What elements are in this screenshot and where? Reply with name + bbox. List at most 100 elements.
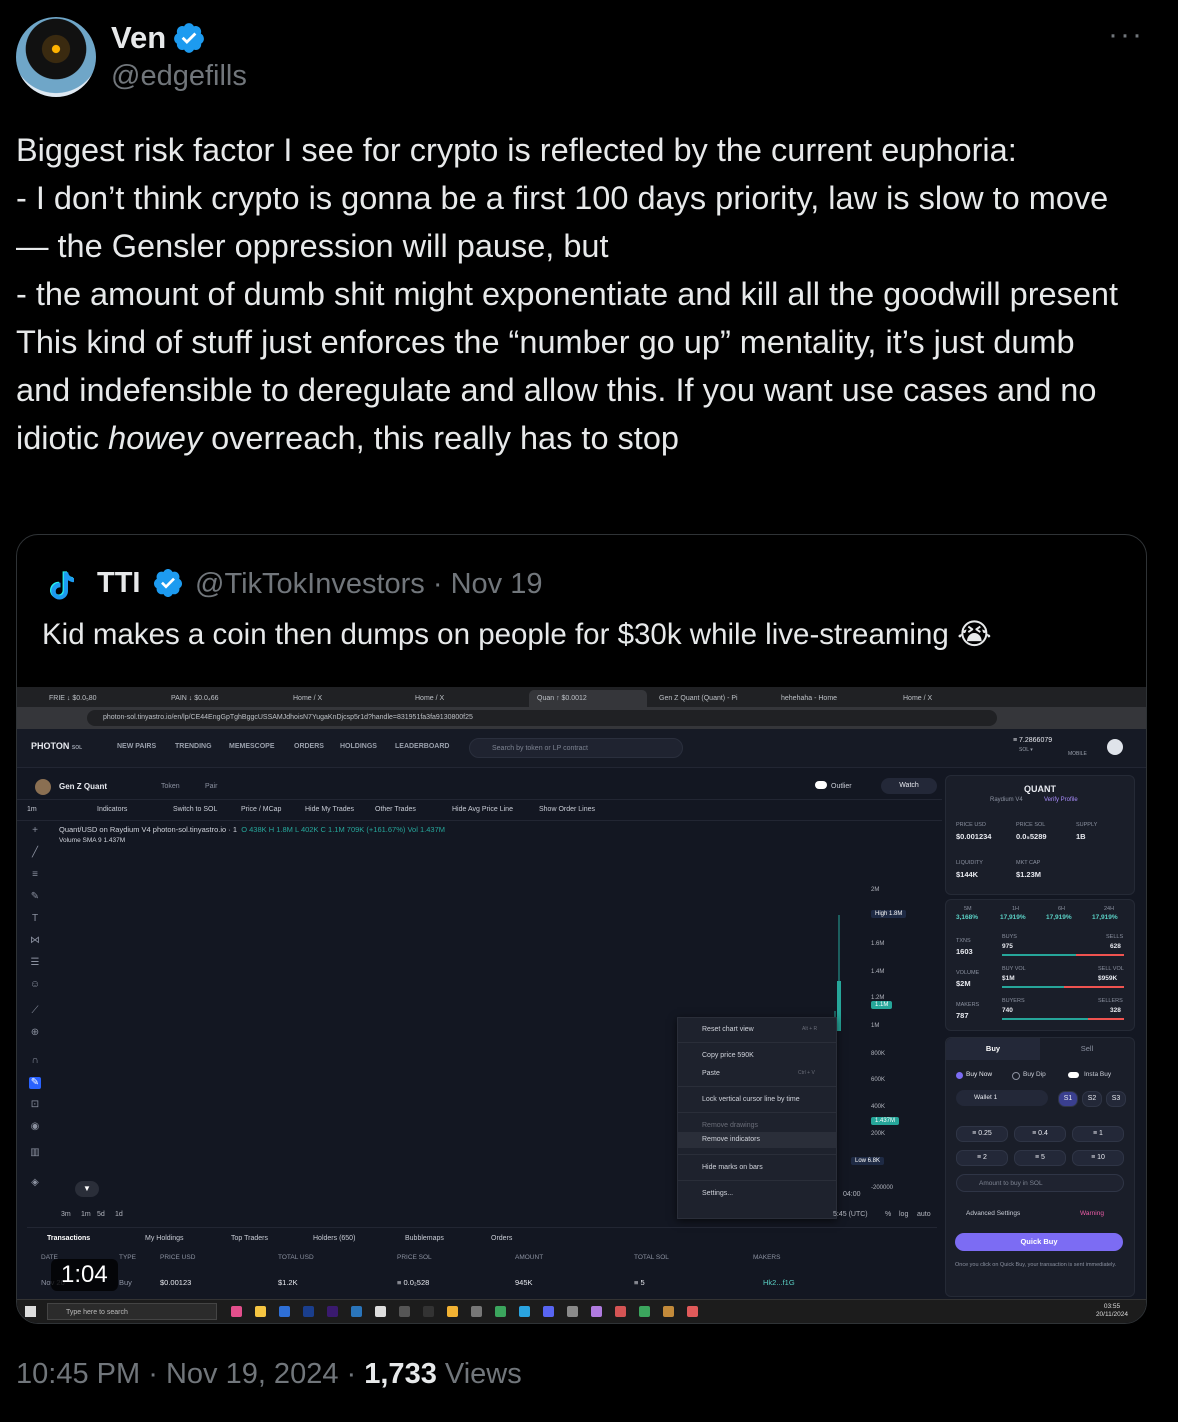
log-toggle[interactable]: log xyxy=(899,1211,908,1218)
steam-icon[interactable] xyxy=(351,1306,362,1317)
auto-toggle[interactable]: auto xyxy=(917,1211,931,1218)
period-label[interactable]: 5M xyxy=(964,906,972,912)
menu-settings[interactable]: Settings... xyxy=(702,1190,733,1197)
period-change[interactable]: 3,168% xyxy=(956,914,978,921)
telegram-icon[interactable] xyxy=(519,1306,530,1317)
menu-remove-drawings[interactable]: Remove drawings xyxy=(702,1122,758,1129)
browser-tab[interactable]: FRIE ↓ $0.0₅80 xyxy=(41,690,159,707)
video-player[interactable]: FRIE ↓ $0.0₅80 PAIN ↓ $0.0₄66 Home / X H… xyxy=(17,687,1146,1323)
mode-buy-now[interactable]: Buy Now xyxy=(966,1071,992,1078)
indicators-button[interactable]: Indicators xyxy=(97,806,127,813)
slot-s2[interactable]: S2 xyxy=(1082,1091,1102,1107)
taskbar-clock[interactable]: 03:55 20/11/2024 xyxy=(1096,1303,1128,1319)
amount-chip[interactable]: ≡ 0.25 xyxy=(956,1126,1008,1142)
watch-button[interactable]: Watch xyxy=(881,778,937,794)
wallet-select[interactable]: Wallet 1 xyxy=(956,1090,1048,1106)
browser-tab[interactable]: Gen Z Quant (Quant) - Pi xyxy=(651,690,769,707)
lock-icon[interactable]: ⊡ xyxy=(29,1099,41,1111)
browser-tab[interactable]: hehehaha - Home xyxy=(773,690,891,707)
app-icon[interactable] xyxy=(567,1306,578,1317)
discord-icon[interactable] xyxy=(543,1306,554,1317)
menu-remove-indicators[interactable]: Remove indicators xyxy=(702,1136,760,1143)
magnet-icon[interactable]: ∩ xyxy=(29,1055,41,1067)
mobile-label[interactable]: MOBILE xyxy=(1068,751,1087,757)
column-header[interactable]: TOTAL SOL xyxy=(634,1254,669,1261)
text-icon[interactable]: T xyxy=(29,913,41,925)
taskbar-search[interactable]: Type here to search xyxy=(47,1303,217,1320)
pattern-icon[interactable]: ⋈ xyxy=(29,935,41,947)
amount-chip[interactable]: ≡ 10 xyxy=(1072,1150,1124,1166)
eye-icon[interactable]: ◉ xyxy=(29,1121,41,1133)
profile-icon[interactable] xyxy=(1107,739,1123,755)
slot-s1[interactable]: S1 xyxy=(1058,1091,1078,1107)
tab-transactions[interactable]: Transactions xyxy=(47,1235,90,1242)
chrome-icon[interactable] xyxy=(447,1306,458,1317)
zoom-icon[interactable]: ⊕ xyxy=(29,1027,41,1039)
quoted-author-name[interactable]: TTI xyxy=(97,567,141,600)
timezone-label[interactable]: 5:45 (UTC) xyxy=(833,1211,868,1218)
table-row[interactable]: Nov 20 Buy $0.00123 $1.2K ≡ 0.0₂528 945K… xyxy=(27,1273,937,1291)
more-options-icon[interactable]: ··· xyxy=(1108,18,1144,52)
quoted-tweet-card[interactable]: TTI @TikTokInvestors · Nov 19 Kid makes … xyxy=(16,534,1147,1324)
token-link[interactable]: Token xyxy=(161,783,180,790)
browser-tab-active[interactable]: Quan ↑ $0.0012 xyxy=(529,690,647,707)
author-handle[interactable]: @edgefills xyxy=(111,60,247,93)
period-label[interactable]: 1H xyxy=(1012,906,1019,912)
outlier-toggle[interactable] xyxy=(815,781,827,789)
nav-trending[interactable]: TRENDING xyxy=(175,743,212,750)
menu-hide-marks[interactable]: Hide marks on bars xyxy=(702,1164,763,1171)
period-change[interactable]: 17,919% xyxy=(1046,914,1072,921)
menu-reset-chart[interactable]: Reset chart view xyxy=(702,1026,754,1033)
brush-icon[interactable]: ✎ xyxy=(29,891,41,903)
nav-leaderboard[interactable]: LEADERBOARD xyxy=(395,743,449,750)
tab-top-traders[interactable]: Top Traders xyxy=(231,1235,268,1242)
price-mcap-toggle[interactable]: Price / MCap xyxy=(241,806,281,813)
author-name[interactable]: Ven xyxy=(111,20,166,56)
url-field[interactable]: photon-sol.tinyastro.io/en/lp/CE44EngGpT… xyxy=(87,710,997,726)
tab-holders[interactable]: Holders (650) xyxy=(313,1235,355,1242)
cell-maker[interactable]: Hk2...f1G xyxy=(763,1278,795,1287)
browser-tab[interactable]: Home / X xyxy=(285,690,403,707)
app-icon[interactable] xyxy=(663,1306,674,1317)
menu-lock-cursor[interactable]: Lock vertical cursor line by time xyxy=(702,1096,800,1103)
photoshop-icon[interactable] xyxy=(303,1306,314,1317)
column-header[interactable]: AMOUNT xyxy=(515,1254,543,1261)
forecast-icon[interactable]: ☰ xyxy=(29,957,41,969)
trash-icon[interactable]: ▥ xyxy=(29,1147,41,1159)
nav-memescope[interactable]: MEMESCOPE xyxy=(229,743,275,750)
nav-new-pairs[interactable]: NEW PAIRS xyxy=(117,743,156,750)
amount-input[interactable]: Amount to buy in SOL xyxy=(956,1174,1124,1192)
sol-balance[interactable]: ≡ 7.2866079 xyxy=(1013,737,1052,744)
ruler-icon[interactable]: ⟋ xyxy=(29,1005,41,1017)
column-header[interactable]: MAKERS xyxy=(753,1254,780,1261)
crosshair-icon[interactable]: + xyxy=(29,825,41,837)
tweet-time[interactable]: 10:45 PM xyxy=(16,1358,140,1390)
range-1d[interactable]: 1d xyxy=(115,1211,123,1218)
period-change[interactable]: 17,919% xyxy=(1092,914,1118,921)
radio-selected[interactable] xyxy=(956,1072,963,1079)
fib-icon[interactable]: ≡ xyxy=(29,869,41,881)
other-trades-dropdown[interactable]: Other Trades xyxy=(375,806,416,813)
quoted-date[interactable]: Nov 19 xyxy=(451,568,543,600)
token-search-input[interactable]: Search by token or LP contract xyxy=(469,738,683,758)
advanced-settings[interactable]: Advanced Settings xyxy=(966,1210,1020,1217)
pair-link[interactable]: Pair xyxy=(205,783,217,790)
period-label[interactable]: 6H xyxy=(1058,906,1065,912)
token-name[interactable]: Gen Z Quant xyxy=(59,782,107,791)
app-icon[interactable] xyxy=(399,1306,410,1317)
tradingview-logo-icon[interactable]: ▼ xyxy=(75,1181,99,1197)
column-header[interactable]: TYPE xyxy=(119,1254,136,1261)
amount-chip[interactable]: ≡ 1 xyxy=(1072,1126,1124,1142)
verify-profile-link[interactable]: Verify Profile xyxy=(1044,797,1078,803)
switch-sol-button[interactable]: Switch to SOL xyxy=(173,806,217,813)
browser-tab[interactable]: Home / X xyxy=(895,690,1013,707)
chrome-icon[interactable] xyxy=(495,1306,506,1317)
app-icon[interactable] xyxy=(591,1306,602,1317)
radio-unselected[interactable] xyxy=(1012,1072,1020,1080)
hide-my-trades-button[interactable]: Hide My Trades xyxy=(305,806,354,813)
tweet-date[interactable]: Nov 19, 2024 xyxy=(166,1358,339,1390)
buy-tab[interactable]: Buy xyxy=(946,1038,1040,1060)
app-icon[interactable] xyxy=(279,1306,290,1317)
range-3m[interactable]: 3m xyxy=(61,1211,71,1218)
app-icon[interactable] xyxy=(231,1306,242,1317)
